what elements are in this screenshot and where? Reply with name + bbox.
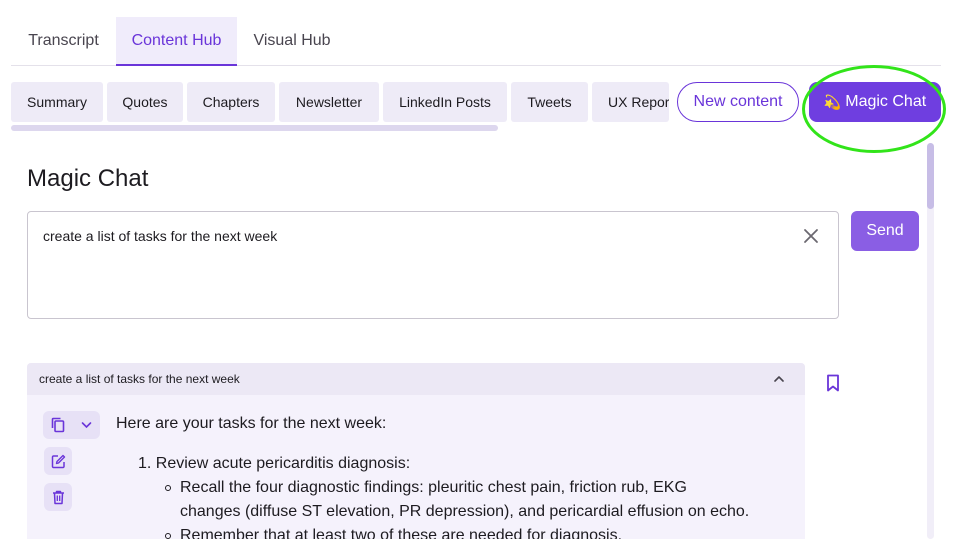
list-subitem: Recall the four diagnostic findings: ple… [165, 476, 800, 524]
top-tab-bar: Transcript Content Hub Visual Hub [11, 17, 941, 66]
chip-chapters[interactable]: Chapters [187, 82, 275, 122]
chip-row-scrollbar[interactable] [11, 125, 498, 131]
chip-summary[interactable]: Summary [11, 82, 103, 122]
tab-visual-hub[interactable]: Visual Hub [237, 17, 347, 65]
bullet-icon [165, 485, 171, 491]
copy-options-dropdown[interactable] [73, 411, 100, 439]
list-item: 1. Review acute pericarditis diagnosis: [138, 455, 411, 472]
tab-transcript[interactable]: Transcript [11, 17, 116, 65]
copy-button[interactable] [43, 411, 73, 439]
chip-newsletter[interactable]: Newsletter [279, 82, 379, 122]
chip-ux-report[interactable]: UX Report [592, 82, 669, 122]
bullet-icon [165, 533, 171, 539]
list-subitem: Remember that at least two of these are … [165, 524, 800, 539]
page-title: Magic Chat [27, 165, 149, 192]
chip-tweets[interactable]: Tweets [511, 82, 588, 122]
copy-icon [51, 417, 65, 433]
page-scrollbar-thumb[interactable] [927, 143, 934, 209]
subitem-line: Recall the four diagnostic findings: ple… [180, 479, 687, 496]
chevron-up-icon[interactable] [773, 373, 785, 385]
subitem-line: changes (diffuse ST elevation, PR depres… [180, 503, 750, 520]
response-intro: Here are your tasks for the next week: [116, 415, 387, 432]
bookmark-icon[interactable] [826, 374, 840, 392]
trash-icon [52, 490, 64, 504]
highlight-annotation-ring [802, 65, 946, 153]
subitem-line: Remember that at least two of these are … [180, 527, 623, 539]
send-button[interactable]: Send [851, 211, 919, 251]
new-content-button[interactable]: New content [677, 82, 799, 122]
prompt-input-value[interactable]: create a list of tasks for the next week [43, 228, 277, 244]
chevron-down-icon [81, 422, 92, 429]
edit-button[interactable] [44, 447, 72, 475]
chip-quotes[interactable]: Quotes [107, 82, 183, 122]
response-query: create a list of tasks for the next week [39, 372, 240, 386]
response-header[interactable]: create a list of tasks for the next week [27, 363, 805, 395]
edit-icon [51, 454, 65, 468]
delete-button[interactable] [44, 483, 72, 511]
tab-content-hub[interactable]: Content Hub [116, 17, 237, 66]
prompt-input[interactable]: create a list of tasks for the next week [27, 211, 839, 319]
close-icon[interactable] [802, 227, 820, 245]
chip-linkedin-posts[interactable]: LinkedIn Posts [383, 82, 507, 122]
